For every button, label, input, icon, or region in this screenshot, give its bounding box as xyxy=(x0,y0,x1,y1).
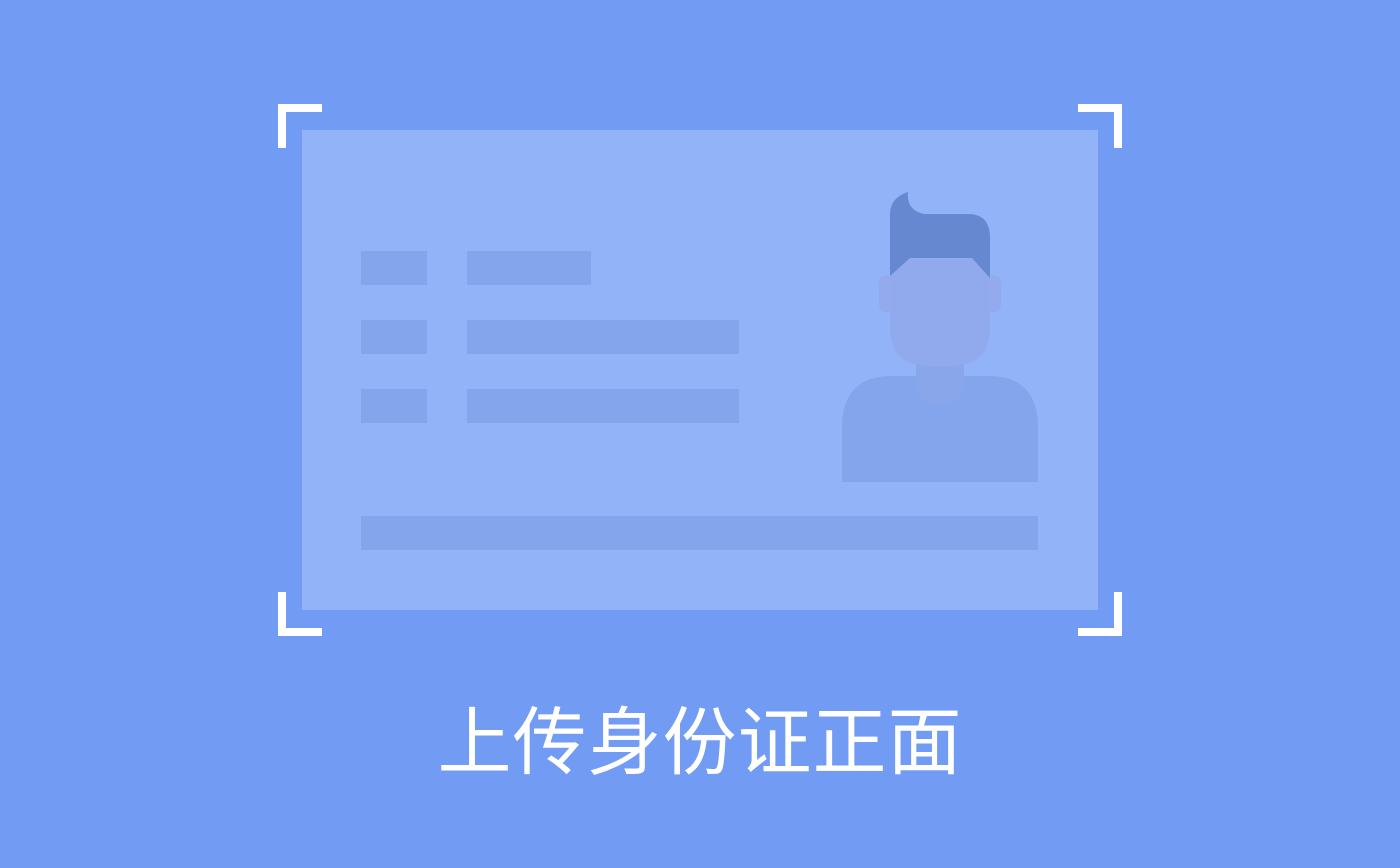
field-label-placeholder xyxy=(361,320,427,354)
field-label-placeholder xyxy=(361,251,427,285)
id-number-placeholder xyxy=(361,516,1038,550)
upload-caption: 上传身份证正面 xyxy=(437,700,963,786)
field-label-placeholder xyxy=(361,389,427,423)
field-value-placeholder xyxy=(467,389,739,423)
field-value-placeholder xyxy=(467,251,591,285)
id-front-upload-area[interactable]: 上传身份证正面 xyxy=(0,0,1400,868)
person-silhouette-icon xyxy=(842,192,1038,482)
field-value-placeholder xyxy=(467,320,739,354)
